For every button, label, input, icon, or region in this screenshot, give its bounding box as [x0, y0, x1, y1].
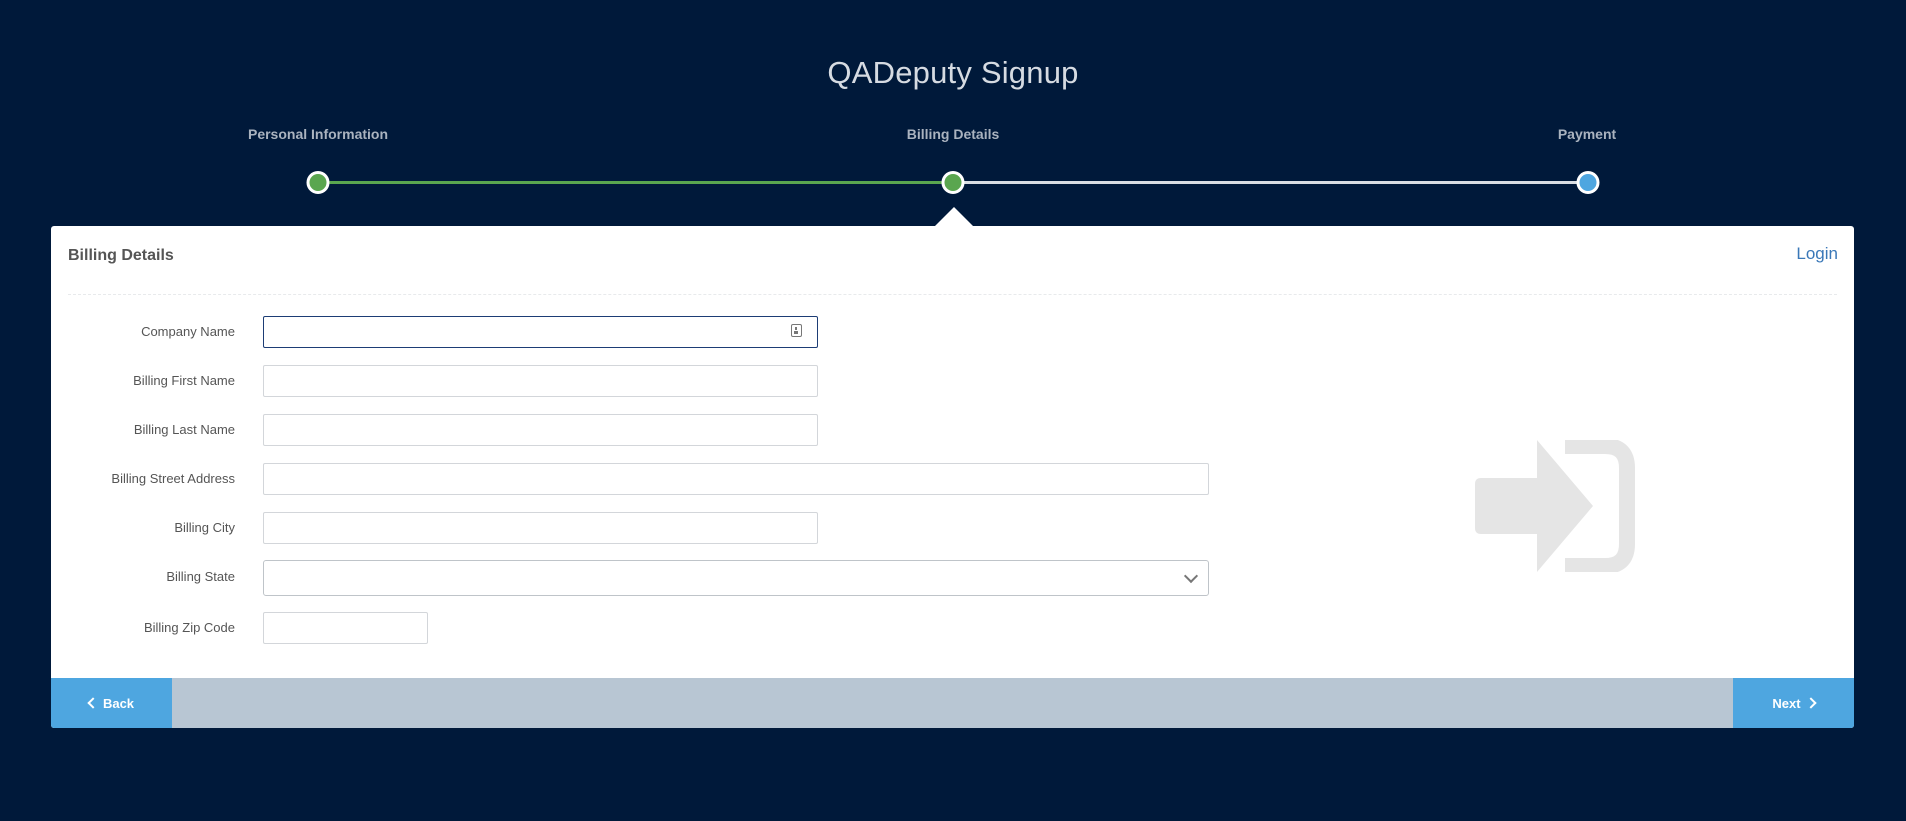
- billing-state-label: Billing State: [166, 569, 235, 584]
- current-step-pointer: [934, 207, 974, 227]
- billing-first-name-input[interactable]: [263, 365, 818, 397]
- step-track-upcoming: [953, 181, 1588, 184]
- divider: [68, 294, 1837, 295]
- billing-street-address-label: Billing Street Address: [111, 471, 235, 486]
- billing-city-label: Billing City: [174, 520, 235, 535]
- login-link[interactable]: Login: [1796, 244, 1838, 264]
- company-name-input[interactable]: [263, 316, 818, 348]
- step-dot-payment: [1576, 171, 1600, 194]
- page-title: QADeputy Signup: [827, 55, 1079, 90]
- autofill-icon[interactable]: [791, 324, 802, 337]
- chevron-left-icon: [87, 697, 99, 709]
- step-dot-personal-information: [306, 171, 330, 194]
- back-label: Back: [102, 695, 135, 711]
- next-button[interactable]: Next: [1733, 678, 1854, 728]
- billing-zip-code-label: Billing Zip Code: [143, 620, 235, 635]
- company-name-label: Company Name: [141, 324, 235, 339]
- footer-bar: Back Next: [51, 678, 1854, 728]
- billing-state-select[interactable]: [263, 560, 1209, 596]
- billing-details-panel: Billing Details Login Company Name Billi…: [51, 226, 1854, 728]
- sign-in-icon: [1475, 440, 1635, 572]
- step-label-billing-details: Billing Details: [906, 126, 1000, 142]
- billing-first-name-label: Billing First Name: [133, 373, 235, 388]
- billing-street-address-input[interactable]: [263, 463, 1209, 495]
- step-label-personal-information: Personal Information: [247, 126, 389, 142]
- back-button[interactable]: Back: [51, 678, 172, 728]
- panel-title: Billing Details: [68, 247, 174, 264]
- billing-city-input[interactable]: [263, 512, 818, 544]
- step-dot-billing-details: [941, 171, 965, 194]
- billing-zip-code-input[interactable]: [263, 612, 428, 644]
- chevron-down-icon: [1183, 568, 1199, 584]
- step-track-complete: [318, 181, 953, 184]
- billing-last-name-label: Billing Last Name: [133, 422, 235, 437]
- next-label: Next: [1772, 695, 1801, 711]
- chevron-right-icon: [1804, 697, 1817, 709]
- step-label-payment: Payment: [1557, 126, 1617, 142]
- billing-last-name-input[interactable]: [263, 414, 818, 446]
